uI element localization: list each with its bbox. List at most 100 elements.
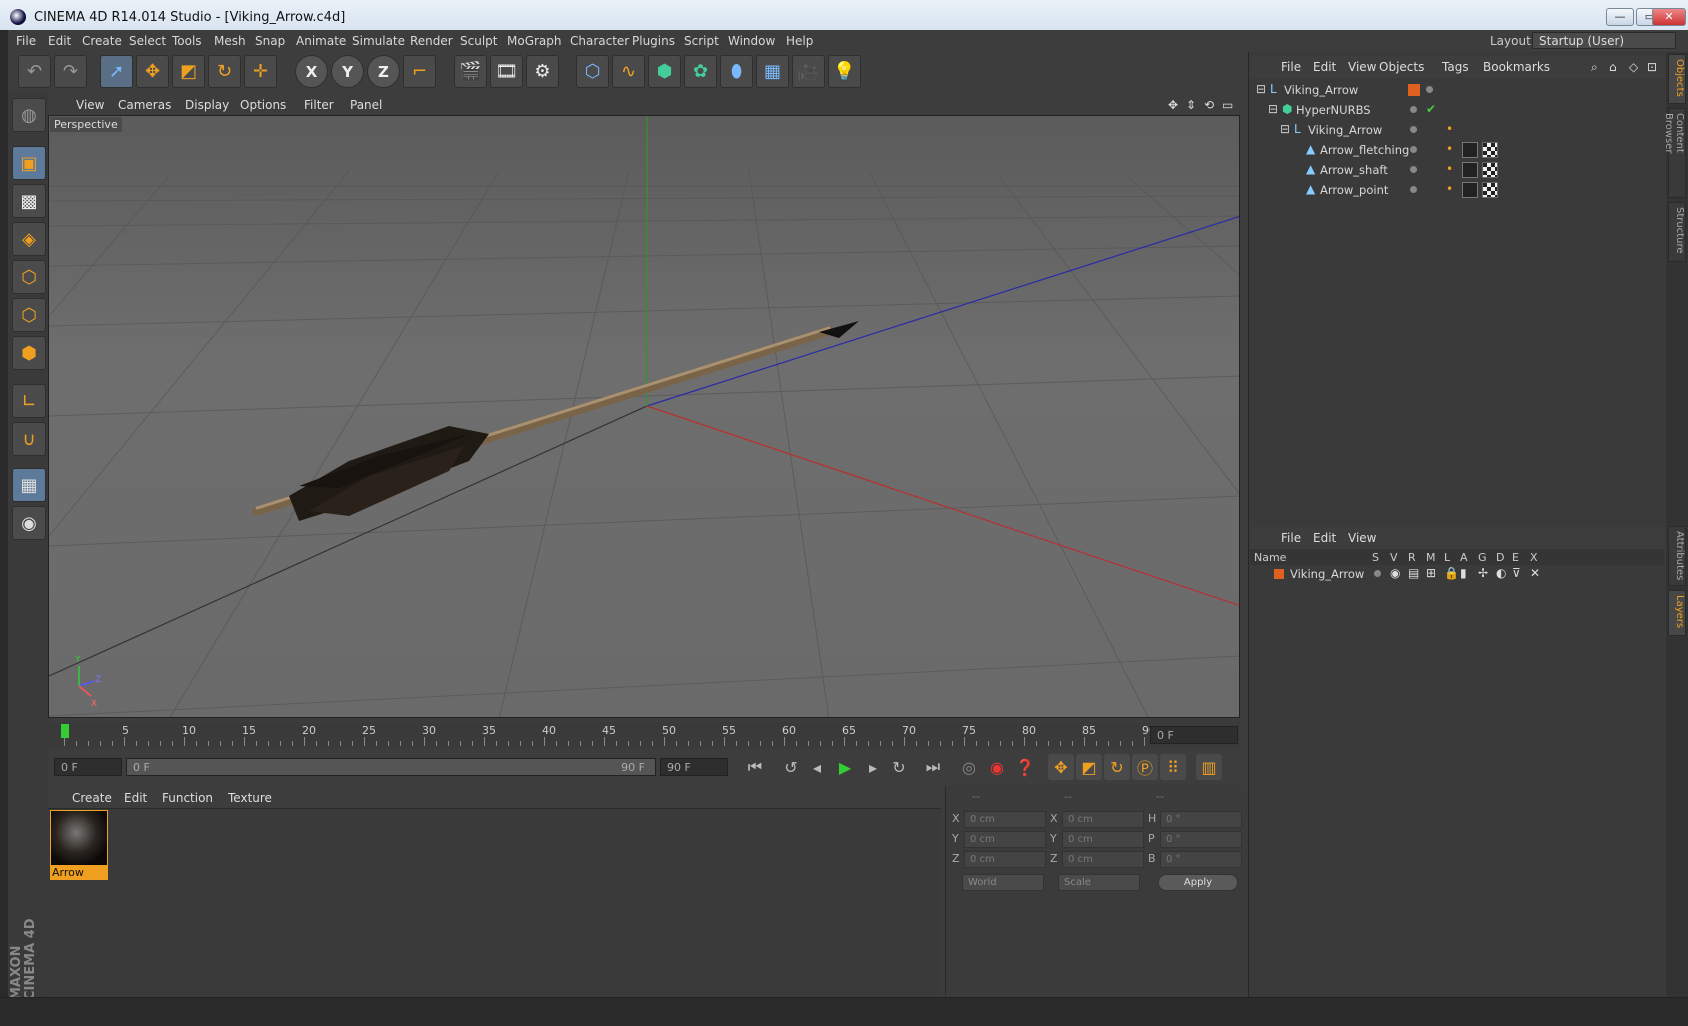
object-search-icon[interactable]: ⌕ [1591,60,1598,75]
rotation-h-field[interactable]: 0 ° [1160,811,1242,828]
viewport-menu-display[interactable]: Display [185,98,229,112]
layer-expressions-icon[interactable]: ⊽ [1512,567,1524,579]
apply-button[interactable]: Apply [1158,874,1238,891]
material-arrow[interactable]: Arrow [50,810,108,880]
scale-icon[interactable]: ◩ [172,55,205,88]
y-axis-icon[interactable]: Y [331,55,364,88]
menu-plugins[interactable]: Plugins [632,34,675,48]
range-slider[interactable]: 0 F 90 F [126,758,656,776]
layer-menu-view[interactable]: View [1348,531,1376,545]
material-menu-function[interactable]: Function [162,791,213,805]
layer-lock-icon[interactable]: 🔒 [1444,567,1459,579]
menu-select[interactable]: Select [129,34,166,48]
next-key-icon[interactable]: ↻ [886,754,912,780]
layer-animation-icon[interactable]: ▮ [1460,567,1472,579]
visibility-dot[interactable] [1410,186,1417,193]
coordinate-mode-dropdown[interactable]: World [962,874,1044,891]
key-rotation-icon[interactable]: ↻ [1104,754,1130,780]
phong-tag-icon[interactable]: • [1446,143,1458,155]
undo-icon[interactable]: ↶ [18,55,51,88]
rotation-p-field[interactable]: 0 ° [1160,831,1242,848]
menu-script[interactable]: Script [684,34,719,48]
rotation-b-field[interactable]: 0 ° [1160,851,1242,868]
menu-render[interactable]: Render [410,34,453,48]
uvw-tag-icon[interactable] [1482,162,1498,178]
layer-menu-edit[interactable]: Edit [1313,531,1336,545]
phong-tag-icon[interactable]: • [1446,123,1458,135]
cube-icon[interactable]: ⬡ [576,55,609,88]
points-mode-icon[interactable]: ⬡ [12,260,46,294]
object-menu-view[interactable]: View [1348,60,1376,74]
viewport-menu-filter[interactable]: Filter [304,98,334,112]
previous-frame-icon[interactable]: ◂ [804,754,830,780]
viewport-zoom-icon[interactable]: ⇕ [1186,98,1196,112]
edges-mode-icon[interactable]: ⬡ [12,298,46,332]
phong-tag-icon[interactable]: • [1446,183,1458,195]
object-home-icon[interactable]: ⌂ [1609,60,1617,74]
collapse-icon[interactable]: ⊟ [1268,103,1280,115]
layer-xref-icon[interactable]: ✕ [1530,567,1542,579]
visibility-dot[interactable] [1410,146,1417,153]
layer-menu-file[interactable]: File [1281,531,1301,545]
menu-animate[interactable]: Animate [296,34,346,48]
visibility-dot[interactable] [1410,126,1417,133]
axis-mode-icon[interactable]: ∟ [12,384,46,418]
menu-file[interactable]: File [16,34,36,48]
object-row-arrow-point[interactable]: ▲ Arrow_point • [1250,180,1664,200]
tab-objects[interactable]: Objects [1668,54,1686,104]
layer-deformers-icon[interactable]: ◐ [1496,567,1508,579]
layer-solo-toggle[interactable] [1374,570,1381,577]
viewport-move-icon[interactable]: ✥ [1168,98,1178,112]
play-icon[interactable]: ▶ [832,754,858,780]
viewport-menu-options[interactable]: Options [240,98,286,112]
visibility-dot[interactable] [1410,166,1417,173]
tab-attributes[interactable]: Attributes [1668,526,1686,586]
menu-sculpt[interactable]: Sculpt [460,34,497,48]
menu-mograph[interactable]: MoGraph [507,34,562,48]
material-tag-icon[interactable] [1462,142,1478,158]
tab-content-browser[interactable]: Content Browser [1663,108,1686,198]
material-tag-icon[interactable] [1462,182,1478,198]
material-menu-create[interactable]: Create [72,791,112,805]
visibility-dot[interactable] [1410,106,1417,113]
viewport-menu-view[interactable]: View [76,98,104,112]
go-to-end-icon[interactable]: ⏭ [920,754,946,780]
menu-character[interactable]: Character [570,34,629,48]
object-new-window-icon[interactable]: ⊡ [1647,60,1657,74]
render-view-icon[interactable]: 🎬 [454,55,487,88]
polygons-mode-icon[interactable]: ⬢ [12,336,46,370]
tab-layers[interactable]: Layers [1668,590,1686,636]
viewport-menu-panel[interactable]: Panel [350,98,382,112]
object-menu-tags[interactable]: Tags [1442,60,1469,74]
workplane-icon[interactable]: ◈ [12,222,46,256]
previous-key-icon[interactable]: ↺ [778,754,804,780]
make-editable-icon[interactable]: ◍ [12,98,46,132]
timeline-icon[interactable]: ▥ [1196,754,1222,780]
viking-arrow-model[interactable] [252,321,859,521]
spline-pen-icon[interactable]: ∿ [612,55,645,88]
workplane-lock-icon[interactable]: ▦ [12,468,46,502]
coordinate-system-icon[interactable]: ⌐ [403,55,436,88]
visibility-dot[interactable] [1426,86,1433,93]
deformer-icon[interactable]: ⬮ [720,55,753,88]
object-row-viking-arrow[interactable]: ⊟ L Viking_Arrow [1250,80,1664,100]
subdivision-icon[interactable]: ⬢ [648,55,681,88]
timeline-playhead[interactable] [61,724,69,738]
layer-generators-icon[interactable]: ✢ [1478,567,1490,579]
collapse-icon[interactable]: ⊟ [1280,123,1292,135]
material-tag-icon[interactable] [1462,162,1478,178]
object-menu-objects[interactable]: Objects [1379,60,1424,74]
object-menu-bookmarks[interactable]: Bookmarks [1483,60,1550,74]
menu-snap[interactable]: Snap [255,34,285,48]
layer-render-icon[interactable]: ▤ [1408,567,1420,579]
object-row-viking-arrow-child[interactable]: ⊟ L Viking_Arrow • [1250,120,1664,140]
object-menu-file[interactable]: File [1281,60,1301,74]
render-picture-viewer-icon[interactable]: 🎞 [490,55,523,88]
material-menu-texture[interactable]: Texture [228,791,272,805]
key-position-icon[interactable]: ✥ [1048,754,1074,780]
object-nav-icon[interactable]: ◇ [1629,60,1638,74]
model-mode-icon[interactable]: ▣ [12,146,46,180]
layer-view-eye-icon[interactable]: ◉ [1390,567,1402,579]
object-row-arrow-fletching[interactable]: ▲ Arrow_fletching • [1250,140,1664,160]
texture-mode-icon[interactable]: ▩ [12,184,46,218]
